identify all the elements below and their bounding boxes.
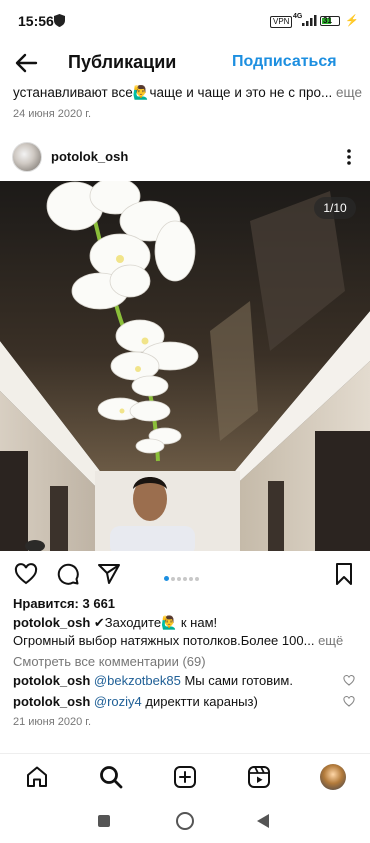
likes-count[interactable]: Нравится: 3 661 bbox=[13, 596, 115, 611]
carousel-indicator bbox=[164, 570, 201, 588]
shield-icon bbox=[54, 14, 65, 27]
comment-text: Мы сами готовим. bbox=[184, 673, 293, 688]
previous-caption-more[interactable]: еще bbox=[336, 85, 362, 100]
signal-icon bbox=[302, 15, 317, 26]
post-author-avatar[interactable] bbox=[12, 142, 42, 172]
caption-text: ✔Заходите🙋‍♂️ к нам! bbox=[93, 615, 218, 630]
comment-like-icon[interactable] bbox=[343, 696, 355, 707]
post-caption-line1: potolok_osh ✔Заходите🙋‍♂️ к нам! bbox=[13, 615, 217, 631]
subscribe-button[interactable]: Подписаться bbox=[232, 53, 337, 71]
post-date: 21 июня 2020 г. bbox=[13, 716, 92, 728]
comment-item: potolok_osh @bekzotbek85 Мы сами готовим… bbox=[13, 673, 293, 688]
caption-text-continued: Огромный выбор натяжных потолков.Более 1… bbox=[13, 633, 315, 648]
carousel-dot bbox=[189, 576, 193, 581]
caption-username[interactable]: potolok_osh bbox=[13, 615, 90, 630]
like-heart-icon[interactable] bbox=[14, 562, 38, 586]
recent-apps-icon[interactable] bbox=[98, 815, 110, 827]
search-icon[interactable] bbox=[99, 765, 123, 789]
charging-icon: ⚡ bbox=[345, 15, 359, 27]
comment-icon[interactable] bbox=[56, 562, 80, 586]
previous-caption-text: устанавливают все🙋‍♂️чаще и чаще и это н… bbox=[13, 85, 333, 100]
carousel-dot bbox=[164, 576, 169, 582]
page-title: Публикации bbox=[68, 52, 177, 72]
view-all-comments-link[interactable]: Смотреть все комментарии (69) bbox=[13, 654, 206, 669]
carousel-counter: 1/10 bbox=[314, 197, 356, 219]
post-author-username[interactable]: potolok_osh bbox=[51, 149, 128, 164]
save-bookmark-icon[interactable] bbox=[332, 562, 356, 586]
new-post-icon[interactable] bbox=[173, 765, 197, 789]
comment-like-icon[interactable] bbox=[343, 675, 355, 686]
ceiling-photo-illustration bbox=[0, 181, 370, 551]
back-arrow-icon[interactable] bbox=[14, 50, 40, 76]
previous-post-caption: устанавливают все🙋‍♂️чаще и чаще и это н… bbox=[13, 85, 362, 101]
reels-icon[interactable] bbox=[247, 765, 271, 789]
post-caption-line2: Огромный выбор натяжных потолков.Более 1… bbox=[13, 633, 363, 648]
battery-indicator: 31 bbox=[320, 16, 340, 26]
post-photo[interactable] bbox=[0, 181, 370, 551]
battery-level: 31 bbox=[323, 16, 332, 25]
home-circle-icon[interactable] bbox=[176, 812, 194, 830]
comment-mention[interactable]: @roziy4 bbox=[94, 694, 142, 709]
carousel-dot bbox=[183, 576, 187, 581]
comment-item: potolok_osh @roziy4 директти караныз) bbox=[13, 694, 258, 709]
back-triangle-icon[interactable] bbox=[256, 813, 270, 829]
carousel-dot bbox=[177, 576, 181, 581]
comment-username[interactable]: potolok_osh bbox=[13, 673, 90, 688]
profile-avatar[interactable] bbox=[320, 764, 346, 790]
home-icon[interactable] bbox=[25, 765, 49, 789]
comment-text: директти караныз) bbox=[145, 694, 258, 709]
comment-mention[interactable]: @bekzotbek85 bbox=[94, 673, 181, 688]
status-bar: 15:56 VPN 4G 31 ⚡ bbox=[0, 0, 370, 42]
system-navigation-bar bbox=[0, 800, 370, 843]
caption-more-link[interactable]: ещё bbox=[318, 633, 343, 648]
more-options-icon[interactable] bbox=[342, 148, 356, 166]
share-send-icon[interactable] bbox=[97, 562, 121, 586]
vpn-indicator: VPN bbox=[270, 16, 293, 28]
network-type: 4G bbox=[293, 13, 303, 20]
comment-username[interactable]: potolok_osh bbox=[13, 694, 90, 709]
previous-post-date: 24 июня 2020 г. bbox=[13, 108, 92, 120]
carousel-dot bbox=[171, 576, 175, 581]
carousel-dot bbox=[195, 576, 199, 581]
status-time: 15:56 bbox=[18, 13, 54, 29]
